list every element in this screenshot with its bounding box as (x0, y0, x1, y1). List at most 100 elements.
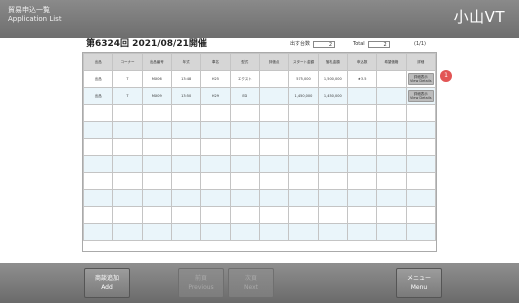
notification-badge: 1 (440, 70, 452, 82)
cell (288, 189, 319, 207)
cell: MX09 (141, 87, 172, 105)
filter-count-field[interactable]: 2 (313, 40, 336, 48)
cell (258, 172, 290, 190)
cell (317, 155, 348, 173)
table-row[interactable]: 出品 T MX06 13:48 H25 エクスト 575,000 1,500,0… (83, 70, 436, 88)
col-header: 申込数 (346, 53, 378, 71)
table-row (83, 104, 436, 122)
cell (83, 121, 114, 139)
view-details-button[interactable]: 詳細表示 View Details (407, 73, 434, 85)
cell (141, 155, 172, 173)
cell (405, 121, 436, 139)
col-header: 出品 (83, 53, 114, 71)
cell (405, 206, 436, 224)
cell: 詳細表示 View Details (405, 87, 436, 105)
cell (229, 121, 260, 139)
cell (83, 189, 114, 207)
table-row (83, 155, 436, 173)
cell (346, 87, 378, 105)
table-row (83, 223, 436, 241)
add-button[interactable]: 商談追加 Add (84, 268, 130, 298)
footer-bar: 商談追加 Add 前頁 Previous 次頁 Next メニュー Menu (0, 263, 519, 303)
cell (229, 189, 260, 207)
cell (112, 104, 143, 122)
cell (83, 172, 114, 190)
cell (141, 121, 172, 139)
cell (141, 223, 172, 241)
cell (317, 206, 348, 224)
cell (376, 104, 407, 122)
cell (288, 223, 319, 241)
cell (288, 104, 319, 122)
cell (405, 172, 436, 190)
cell (112, 206, 143, 224)
cell (83, 155, 114, 173)
cell: T (112, 87, 143, 105)
cell (83, 138, 114, 156)
cell (346, 104, 378, 122)
filter-label: 出す台数 (290, 41, 311, 47)
previous-button[interactable]: 前頁 Previous (178, 268, 224, 298)
cell (376, 189, 407, 207)
cell (200, 206, 231, 224)
cell (229, 138, 260, 156)
cell (258, 121, 290, 139)
cell (200, 138, 231, 156)
cell (200, 121, 231, 139)
cell (200, 223, 231, 241)
add-button-en: Add (101, 284, 113, 291)
cell: 1,500,000 (317, 70, 348, 88)
menu-button[interactable]: メニュー Menu (396, 268, 442, 298)
cell (405, 189, 436, 207)
table-row (83, 172, 436, 190)
cell (83, 223, 114, 241)
cell (346, 189, 378, 207)
cell (346, 121, 378, 139)
table-row (83, 138, 436, 156)
total-label: Total (353, 41, 365, 47)
next-button[interactable]: 次頁 Next (228, 268, 274, 298)
cell (376, 223, 407, 241)
cell (346, 155, 378, 173)
col-header: 型式 (229, 53, 260, 71)
menu-button-jp: メニュー (406, 275, 431, 282)
page-title-jp: 貿易申込一覧 (8, 6, 50, 14)
cell (229, 104, 260, 122)
cell (258, 206, 290, 224)
cell (288, 155, 319, 173)
cell (405, 104, 436, 122)
cell: 13:50 (170, 87, 202, 105)
cell (141, 138, 172, 156)
cell: MX06 (141, 70, 172, 88)
cell (170, 121, 202, 139)
cell: H25 (200, 70, 231, 88)
cell: 詳細表示 View Details (405, 70, 436, 88)
cell (112, 155, 143, 173)
cell (112, 121, 143, 139)
cell (200, 172, 231, 190)
cell (83, 206, 114, 224)
cell (258, 104, 290, 122)
cell (170, 138, 202, 156)
cell (405, 138, 436, 156)
total-count-field: 2 (367, 40, 390, 48)
cell (112, 223, 143, 241)
table-row (83, 189, 436, 207)
cell (376, 138, 407, 156)
view-details-button[interactable]: 詳細表示 View Details (407, 90, 434, 102)
cell: 13:48 (170, 70, 202, 88)
cell (317, 121, 348, 139)
col-header: 評価点 (258, 53, 290, 71)
cell (288, 172, 319, 190)
add-button-jp: 商談追加 (94, 275, 119, 282)
cell (317, 223, 348, 241)
previous-button-en: Previous (188, 284, 214, 291)
previous-button-jp: 前頁 (194, 275, 207, 282)
next-button-jp: 次頁 (244, 275, 257, 282)
next-button-en: Next (244, 284, 258, 291)
cell (288, 206, 319, 224)
cell (170, 104, 202, 122)
cell: 出品 (83, 87, 114, 105)
table-header-row: 出品 コーナー 出品番号 年式 車名 型式 評価点 スタート金額 落札金額 申込… (83, 53, 436, 71)
table-row[interactable]: 出品 T MX09 13:50 H29 ED 1,450,000 1,450,0… (83, 87, 436, 105)
